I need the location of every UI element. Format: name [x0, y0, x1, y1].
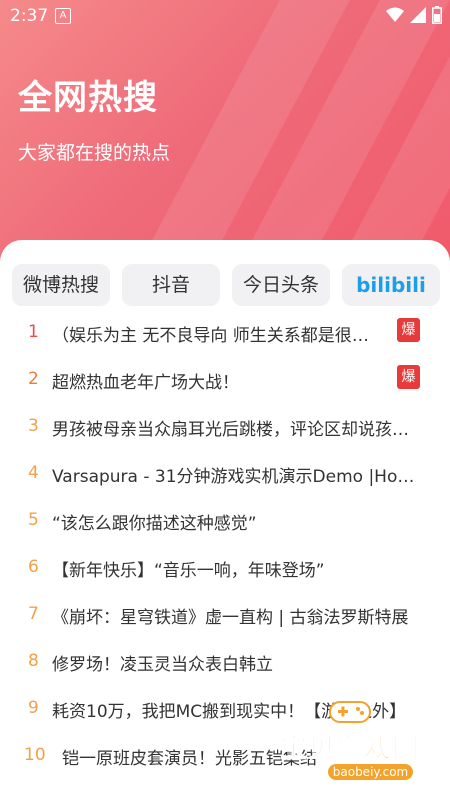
- rank-number: 1: [28, 322, 39, 342]
- list-item[interactable]: 3 男孩被母亲当众扇耳光后跳楼，评论区却说孩子…: [0, 404, 450, 451]
- item-title: Varsapura - 31分钟游戏实机演示Demo |HoYove…: [52, 467, 417, 487]
- status-bar: 2:37 A: [0, 0, 450, 32]
- tab-toutiao[interactable]: 今日头条: [232, 264, 330, 306]
- hot-badge: 爆: [397, 365, 420, 389]
- header-banner: 2:37 A 全网热搜 大家都在搜的热点: [0, 0, 450, 270]
- watermark-text: 宝贝游戏网: [280, 733, 420, 765]
- list-item[interactable]: 2 超燃热血老年广场大战！ 爆: [0, 357, 450, 404]
- rank-number: 4: [28, 463, 39, 483]
- rank-number: 8: [28, 651, 39, 671]
- list-item[interactable]: 1 （娱乐为主 无不良导向 师生关系都是很友… 爆: [0, 310, 450, 357]
- rank-number: 10: [24, 745, 46, 765]
- page-title: 全网热搜: [18, 78, 158, 118]
- tab-douyin[interactable]: 抖音: [122, 264, 220, 306]
- list-item[interactable]: 6 【新年快乐】“音乐一响，年味登场”: [0, 545, 450, 592]
- rank-number: 6: [28, 557, 39, 577]
- wifi-icon: [386, 7, 404, 22]
- status-time: 2:37: [10, 6, 49, 26]
- item-title: “该怎么跟你描述这种感觉”: [52, 514, 257, 534]
- list-item[interactable]: 8 修罗场！凌玉灵当众表白韩立: [0, 639, 450, 686]
- page-subtitle: 大家都在搜的热点: [18, 142, 171, 164]
- rank-number: 2: [28, 369, 39, 389]
- list-item[interactable]: 7 《崩坏：星穹铁道》虚一直构 | 古翁法罗斯特展: [0, 592, 450, 639]
- item-title: 超燃热血老年广场大战！: [52, 373, 239, 393]
- item-title: 修罗场！凌玉灵当众表白韩立: [52, 655, 273, 675]
- item-title: 【新年快乐】“音乐一响，年味登场”: [52, 561, 325, 581]
- gamepad-icon: [329, 701, 371, 723]
- battery-icon: [432, 6, 442, 24]
- rank-number: 3: [28, 416, 39, 436]
- watermark-url: baobeiy.com: [328, 764, 413, 780]
- hot-badge: 爆: [397, 318, 420, 342]
- tab-bilibili[interactable]: bilibili: [342, 264, 440, 306]
- tab-weibo[interactable]: 微博热搜: [12, 264, 110, 306]
- list-item[interactable]: 5 “该怎么跟你描述这种感觉”: [0, 498, 450, 545]
- status-a-icon: A: [55, 8, 71, 24]
- signal-icon: [410, 7, 426, 23]
- rank-number: 9: [28, 698, 39, 718]
- rank-number: 7: [28, 604, 39, 624]
- rank-number: 5: [28, 510, 39, 530]
- item-title: 男孩被母亲当众扇耳光后跳楼，评论区却说孩子…: [52, 420, 417, 440]
- item-title: 《崩坏：星穹铁道》虚一直构 | 古翁法罗斯特展: [52, 608, 409, 628]
- source-tabs: 微博热搜 抖音 今日头条 bilibili: [12, 264, 440, 306]
- item-title: （娱乐为主 无不良导向 师生关系都是很友…: [52, 326, 382, 346]
- system-icons: [386, 6, 442, 24]
- watermark: 宝贝游戏网 baobeiy.com: [280, 690, 450, 800]
- list-item[interactable]: 4 Varsapura - 31分钟游戏实机演示Demo |HoYove…: [0, 451, 450, 498]
